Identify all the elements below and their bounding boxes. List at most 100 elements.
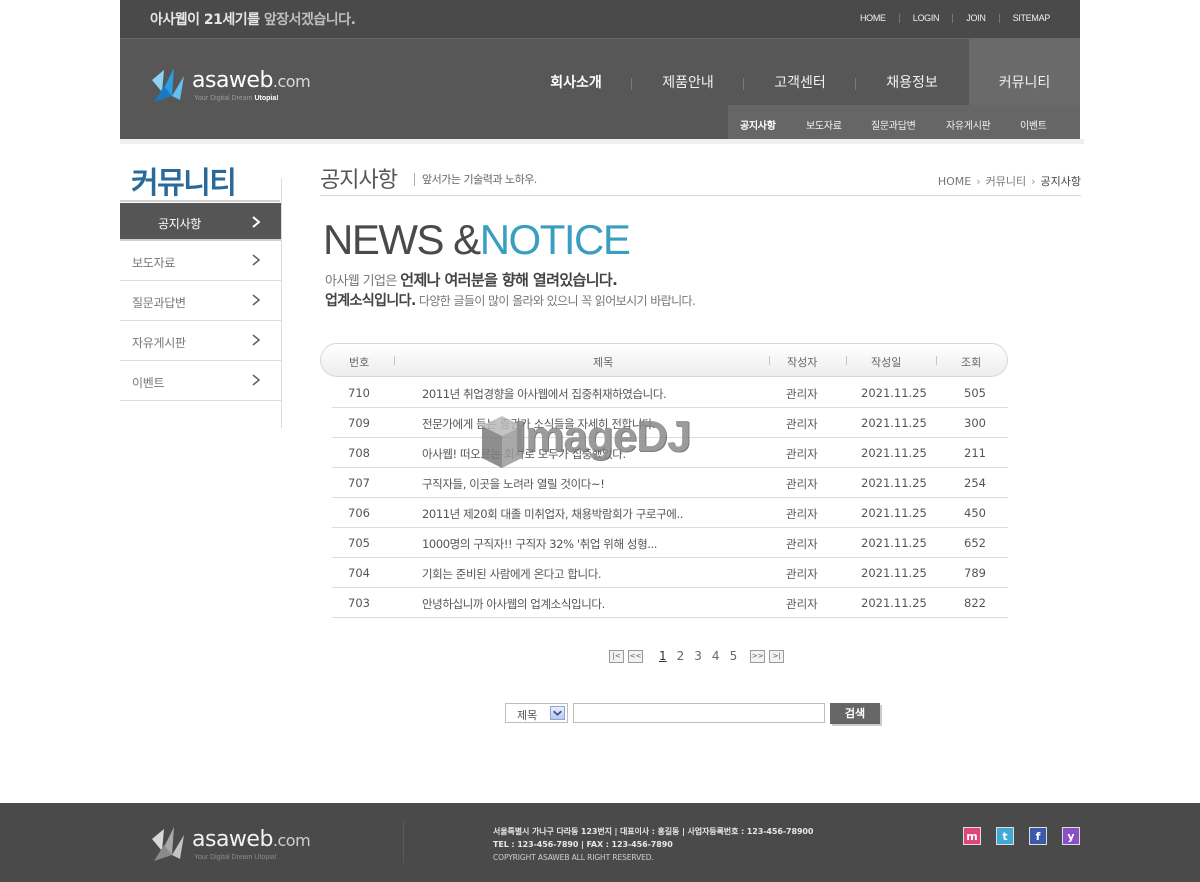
last-page-button[interactable]: >| [769,649,785,663]
table-row: 710 2011년 취업경향을 아사웹에서 집중취재하였습니다. 관리자 202… [332,378,1008,408]
row-author: 관리자 [786,477,818,491]
row-title-link[interactable]: 1000명의 구직자!! 구직자 32% '취업 위해 성형... [422,536,657,552]
pagination: |< << 1 2 3 4 5 >> >| [609,649,788,663]
intro-line-2: 업계소식입니다. 다양한 글들이 많이 올라와 있으니 꼭 읽어보시기 바랍니다… [325,293,696,309]
chevron-right-icon [252,334,261,346]
page-link-5[interactable]: 5 [730,649,738,663]
row-date: 2021.11.25 [861,536,927,550]
row-date: 2021.11.25 [861,476,927,490]
row-no: 706 [348,506,370,520]
subnav-item-qna[interactable]: 질문과답변 [871,117,916,132]
row-views: 789 [964,566,986,580]
footer-logo[interactable]: asaweb.com Your Digital Dream Utopia! [150,823,320,867]
gnb-item-company[interactable]: 회사소개 [520,39,632,105]
page-numbers: 1 2 3 4 5 [654,649,742,663]
sidebar-item-notice[interactable]: 공지사항 [120,203,281,241]
page-link-3[interactable]: 3 [694,649,702,663]
search-field-select[interactable]: 제목 [505,703,568,723]
row-views: 254 [964,476,986,490]
row-no: 709 [348,416,370,430]
logo-mark-icon [152,68,184,102]
divider [281,178,282,428]
search-button[interactable]: 검색 [830,703,880,724]
hero-heading: NEWS &NOTICE [323,216,631,264]
sidebar-item-label: 자유게시판 [132,336,186,350]
hero-blue: NOTICE [479,216,631,263]
sidebar-item-press[interactable]: 보도자료 [120,241,281,281]
row-title-link[interactable]: 안녕하십니까 아사웹의 업계소식입니다. [422,596,605,612]
row-title-link[interactable]: 기회는 준비된 사람에게 온다고 합니다. [422,566,602,582]
footer-address: 서울특별시 가나구 다라동 123번지 | 대표이사 : 홍길동 | 사업자등록… [493,827,814,836]
breadcrumb-community[interactable]: 커뮤니티 [986,173,1026,189]
subnav-item-event[interactable]: 이벤트 [1020,117,1047,132]
chevron-right-icon [252,216,261,228]
divider [120,200,280,202]
subnav-item-notice[interactable]: 공지사항 [740,117,776,132]
prev-page-button[interactable]: << [628,649,643,663]
chevron-right-icon: › [1031,174,1036,188]
footer-logo-tagline: Your Digital Dream Utopia! [194,854,277,861]
page-link-1[interactable]: 1 [659,649,667,663]
top-link-login[interactable]: LOGIN [913,13,940,23]
site-logo[interactable]: asaweb.com Your Digital Dream Utopia! [150,64,320,109]
gnb-item-products[interactable]: 제품안내 [632,39,744,105]
top-link-join[interactable]: JOIN [966,13,986,23]
divider [952,13,954,23]
sidebar-item-qna[interactable]: 질문과답변 [120,281,281,321]
breadcrumb: HOME › 커뮤니티 › 공지사항 [938,173,1081,189]
facebook-icon[interactable]: f [1029,827,1047,845]
slogan-main: 아사웹이 21세기를 [150,12,260,28]
top-bar: 아사웹이 21세기를 앞장서겠습니다. HOME LOGIN JOIN SITE… [120,0,1080,38]
twitter-icon[interactable]: t [996,827,1014,845]
row-views: 300 [964,416,986,430]
subnav-item-press[interactable]: 보도자료 [806,117,842,132]
watermark-text: ImageDJ [514,412,691,461]
row-author: 관리자 [786,567,818,581]
column-header-title: 제목 [593,356,614,369]
chevron-right-icon: › [976,174,981,188]
row-no: 708 [348,446,370,460]
chevron-right-icon [252,254,261,266]
footer-copyright: COPYRIGHT ASAWEB ALL RIGHT RESERVED. [493,853,654,862]
chevron-down-icon[interactable] [550,706,565,720]
row-author: 관리자 [786,507,818,521]
logo-tagline: Your Digital Dream Utopia! [194,95,279,102]
footer-contact: TEL : 123-456-7890 | FAX : 123-456-7890 [493,840,673,849]
me2day-icon[interactable]: m [963,827,981,845]
search-input[interactable] [573,703,825,723]
row-date: 2021.11.25 [861,596,927,610]
row-author: 관리자 [786,447,818,461]
sidebar-item-label: 질문과답변 [132,296,186,310]
main-header: asaweb.com Your Digital Dream Utopia! 회사… [120,38,1080,140]
logo-brand: asaweb.com [192,68,311,93]
divider [394,356,395,365]
table-row: 706 2011년 제20회 대졸 미취업자, 채용박람회가 구로구에.. 관리… [332,498,1008,528]
row-title-link[interactable]: 2011년 취업경향을 아사웹에서 집중취재하였습니다. [422,386,667,402]
next-page-button[interactable]: >> [750,649,766,663]
breadcrumb-current: 공지사항 [1040,175,1081,188]
first-page-button[interactable]: |< [609,649,624,663]
row-title-link[interactable]: 구직자들, 이곳을 노려라 열릴 것이다~! [422,476,605,492]
gnb-item-recruit[interactable]: 채용정보 [856,39,968,105]
sidebar-item-label: 이벤트 [132,376,165,390]
global-nav: 회사소개 제품안내 고객센터 채용정보 커뮤니티 [520,39,1080,105]
column-header-date: 작성일 [871,356,902,369]
gnb-item-support[interactable]: 고객센터 [744,39,856,105]
row-no: 710 [348,386,370,400]
row-views: 211 [964,446,986,460]
breadcrumb-home[interactable]: HOME [938,175,971,188]
page-link-4[interactable]: 4 [712,649,720,663]
gnb-item-community[interactable]: 커뮤니티 [969,39,1080,105]
divider [846,356,847,365]
sidebar-item-event[interactable]: 이벤트 [120,361,281,401]
page-title: 공지사항 [320,168,398,193]
yozm-icon[interactable]: y [1062,827,1080,845]
row-title-link[interactable]: 2011년 제20회 대졸 미취업자, 채용박람회가 구로구에.. [422,506,683,522]
divider [898,13,900,23]
sidebar-item-freeboard[interactable]: 자유게시판 [120,321,281,361]
top-link-home[interactable]: HOME [860,13,886,23]
top-link-sitemap[interactable]: SITEMAP [1013,13,1051,23]
chevron-right-icon [252,294,261,306]
subnav-item-freeboard[interactable]: 자유게시판 [946,117,991,132]
page-link-2[interactable]: 2 [677,649,685,663]
